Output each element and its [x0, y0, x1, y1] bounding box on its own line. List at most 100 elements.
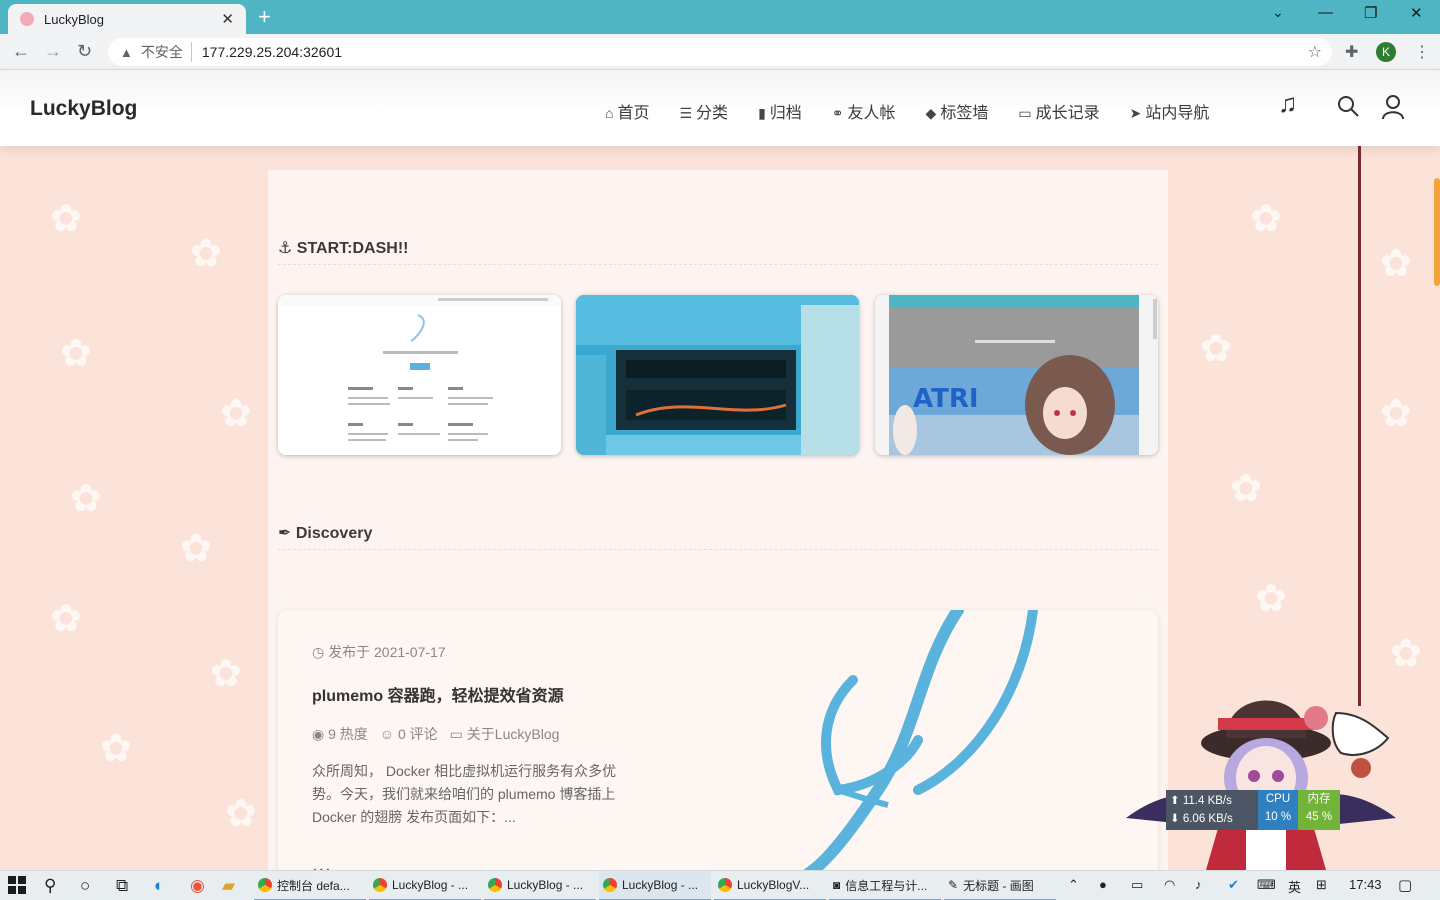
task-view-icon[interactable]: ⧉ — [116, 876, 128, 896]
forward-icon[interactable]: → — [44, 40, 62, 62]
download-arrow-icon: ⬇ — [1170, 813, 1183, 825]
main-nav: ⌂ 首页 ☰ 分类 ▮ 归档 ⚭ 友人帐 ◆ 标签墙 ▭ 成长记录 ➤ 站内导航 — [605, 99, 1239, 123]
nav-label: 分类 — [696, 105, 729, 122]
nav-item-categories[interactable]: ☰ 分类 — [679, 99, 728, 123]
tab-search-icon[interactable]: ⌄ — [1272, 4, 1284, 21]
bookmark-star-icon[interactable]: ☆ — [1308, 42, 1322, 62]
new-tab-button[interactable]: + — [258, 5, 271, 29]
post-card[interactable]: ◷ 发布于 2021-07-17 plumemo 容器跑，轻松提效省资源 ◉ 9… — [278, 610, 1158, 880]
chrome-icon — [488, 878, 502, 892]
nav-label: 首页 — [617, 105, 650, 122]
ime-mode[interactable]: 英 — [1288, 877, 1301, 896]
memory-value: 45 % — [1305, 811, 1333, 823]
flower-decor-icon: ✿ — [50, 198, 82, 240]
restore-button[interactable]: ❐ — [1364, 4, 1377, 22]
post-date-text: 发布于 2021-07-17 — [328, 644, 446, 660]
page-scrollbar-thumb[interactable] — [1434, 178, 1440, 286]
keyboard-icon[interactable]: ⌨ — [1257, 877, 1276, 893]
file-explorer-icon[interactable]: ▰ — [222, 876, 235, 896]
archive-icon: ▮ — [758, 105, 766, 121]
ime-pinyin-icon[interactable]: ⊞ — [1316, 877, 1327, 893]
extensions-puzzle-icon[interactable]: ✚ — [1345, 42, 1358, 62]
eye-icon: ◉ — [312, 726, 329, 742]
post-title[interactable]: plumemo 容器跑，轻松提效省资源 — [312, 682, 564, 706]
close-window-button[interactable]: ✕ — [1410, 4, 1423, 22]
profile-avatar[interactable]: K — [1376, 42, 1396, 62]
taskbar-task[interactable]: LuckyBlog - ... — [484, 871, 596, 900]
post-views-text: 9 热度 — [328, 726, 368, 742]
app-icon: ◙ — [833, 878, 841, 892]
post-category[interactable]: ▭ 关于LuckyBlog — [450, 724, 560, 744]
chrome-icon — [258, 878, 272, 892]
app-tray-icon[interactable]: ✔ — [1228, 877, 1239, 893]
flower-decor-icon: ✿ — [60, 333, 92, 375]
edge-icon[interactable]: ◐ — [154, 876, 164, 896]
warning-icon: ▲ — [120, 44, 133, 60]
link-icon: ⚭ — [831, 105, 844, 121]
battery-icon[interactable]: ▭ — [1131, 877, 1143, 893]
atri-preview-image: ATRI — [875, 295, 1158, 455]
network-speed: ⬆ 11.4 KB/s ⬇ 6.06 KB/s — [1166, 790, 1258, 830]
plumemo-preview-image — [278, 295, 561, 455]
nav-item-archive[interactable]: ▮ 归档 — [758, 99, 802, 123]
chrome-icon — [603, 878, 617, 892]
volume-icon[interactable]: ♪ — [1195, 877, 1202, 892]
folder-icon: ▭ — [449, 726, 467, 742]
upload-arrow-icon: ⬆ — [1170, 795, 1183, 807]
nav-item-site-nav[interactable]: ➤ 站内导航 — [1130, 99, 1210, 123]
system-monitor-widget: ⬆ 11.4 KB/s ⬇ 6.06 KB/s CPU 10 % 内存 45 % — [1166, 790, 1340, 830]
feature-card-plumemo[interactable] — [278, 295, 561, 455]
section-title-text: Discovery — [295, 525, 373, 542]
nav-item-home[interactable]: ⌂ 首页 — [605, 99, 649, 123]
search-icon[interactable] — [1336, 94, 1360, 124]
memory-label: 内存 — [1307, 793, 1331, 805]
sakura-favicon-icon — [20, 12, 34, 26]
reload-icon[interactable]: ↻ — [77, 40, 92, 62]
feature-card-atri[interactable]: ATRI — [875, 295, 1158, 455]
user-icon[interactable] — [1381, 94, 1405, 126]
minimize-button[interactable]: — — [1318, 4, 1333, 21]
cpu-value: 10 % — [1264, 811, 1292, 823]
nav-item-friends[interactable]: ⚭ 友人帐 — [832, 99, 896, 123]
mascot-character-image[interactable] — [1126, 668, 1406, 870]
browser-menu-icon[interactable]: ⋮ — [1414, 42, 1430, 62]
task-label: LuckyBlog - ... — [392, 878, 469, 892]
taskbar-task[interactable]: LuckyBlog - ... — [369, 871, 481, 900]
tray-overflow-icon[interactable]: ⌃ — [1068, 877, 1079, 893]
task-label: LuckyBlogV... — [737, 878, 810, 892]
url-text[interactable]: 177.229.25.204:32601 — [202, 44, 342, 60]
site-brand[interactable]: LuckyBlog — [30, 97, 137, 121]
windows-start-icon[interactable] — [8, 876, 26, 899]
site-header: LuckyBlog ⌂ 首页 ☰ 分类 ▮ 归档 ⚭ 友人帐 ◆ 标签墙 ▭ 成长记录 ➤ 站… — [0, 70, 1440, 146]
home-icon: ⌂ — [605, 105, 614, 121]
address-bar[interactable]: ▲ 不安全 177.229.25.204:32601 ☆ — [108, 38, 1332, 66]
browser-tab[interactable]: LuckyBlog ✕ — [8, 4, 246, 34]
cpu-label: CPU — [1265, 793, 1291, 805]
close-tab-icon[interactable]: ✕ — [221, 10, 234, 28]
flower-decor-icon: ✿ — [1255, 578, 1287, 620]
cortana-icon[interactable]: ○ — [80, 876, 90, 896]
notification-icon[interactable]: ▢ — [1398, 876, 1412, 894]
music-note-icon[interactable]: ♫ — [1278, 88, 1298, 119]
chrome-pinned-icon[interactable]: ◉ — [190, 876, 205, 896]
nav-item-growth[interactable]: ▭ 成长记录 — [1018, 99, 1099, 123]
taskbar-task[interactable]: 控制台 defa... — [254, 871, 366, 900]
post-excerpt: 众所周知， Docker 相比虚拟机运行服务有众多优势。今天，我们就来给咱们的 … — [312, 763, 617, 825]
taskbar-task[interactable]: ◙ 信息工程与计... — [829, 871, 941, 900]
taskbar-task[interactable]: LuckyBlogV... — [714, 871, 826, 900]
feather-icon: ✒ — [278, 525, 296, 542]
search-icon[interactable]: ⚲ — [44, 876, 56, 896]
taskbar-task[interactable]: ✎ 无标题 - 画图 — [944, 871, 1056, 900]
nav-label: 成长记录 — [1035, 105, 1100, 122]
back-icon[interactable]: ← — [12, 40, 30, 62]
nav-item-tags[interactable]: ◆ 标签墙 — [926, 99, 989, 123]
upload-speed-text: 11.4 KB/s — [1182, 795, 1232, 807]
list-icon: ☰ — [679, 105, 693, 121]
mascot-rope — [1358, 146, 1361, 706]
clock-time[interactable]: 17:43 — [1349, 877, 1382, 892]
qq-icon[interactable]: ● — [1099, 877, 1107, 892]
feature-card-server-photo[interactable] — [576, 295, 859, 455]
taskbar-task-active[interactable]: LuckyBlog - ... — [599, 871, 711, 900]
browser-tab-strip: LuckyBlog ✕ + ⌄ — ❐ ✕ — [0, 0, 1440, 34]
wifi-icon[interactable]: ◠ — [1164, 877, 1175, 893]
